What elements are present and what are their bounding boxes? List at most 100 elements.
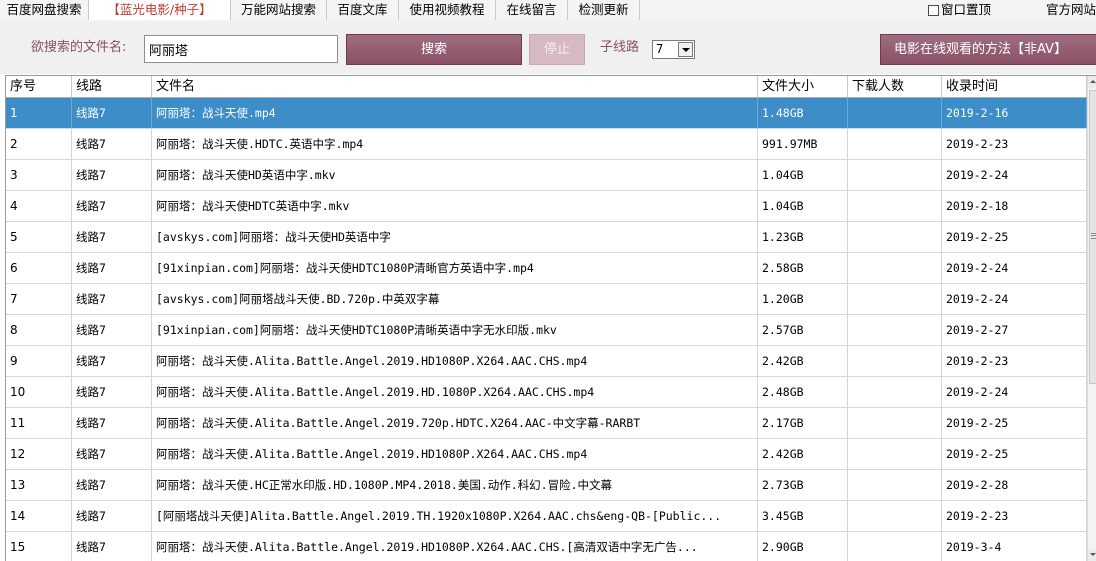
- cell-line: 线路7: [72, 98, 152, 128]
- tab-baidu-pan-search[interactable]: 百度网盘搜索: [0, 0, 89, 20]
- table-row[interactable]: 1 线路7 阿丽塔：战斗天使.mp4 1.48GB 2019-2-16: [6, 98, 1087, 129]
- cell-downloads: [848, 284, 942, 314]
- cell-date: 2019-2-23: [942, 501, 1087, 531]
- tab-universal-site-search[interactable]: 万能网站搜索: [231, 0, 327, 20]
- stop-button[interactable]: 停止: [529, 34, 585, 65]
- cell-filename: 阿丽塔：战斗天使.Alita.Battle.Angel.2019.HD1080P…: [152, 346, 758, 376]
- table-row[interactable]: 4 线路7 阿丽塔：战斗天使HDTC英语中字.mkv 1.04GB 2019-2-18: [6, 191, 1087, 222]
- cell-downloads: [848, 315, 942, 345]
- cell-size: 1.48GB: [758, 98, 848, 128]
- cell-index: 5: [6, 222, 72, 252]
- table-row[interactable]: 13 线路7 阿丽塔：战斗天使.HC正常水印版.HD.1080P.MP4.2018.…: [6, 470, 1087, 501]
- table-row[interactable]: 9 线路7 阿丽塔：战斗天使.Alita.Battle.Angel.2019.HD1…: [6, 346, 1087, 377]
- cell-size: 2.90GB: [758, 532, 848, 561]
- table-row[interactable]: 10 线路7 阿丽塔：战斗天使.Alita.Battle.Angel.2019.HD…: [6, 377, 1087, 408]
- cell-filename: 阿丽塔：战斗天使.Alita.Battle.Angel.2019.HD1080P…: [152, 532, 758, 561]
- cell-filename: 阿丽塔：战斗天使.Alita.Battle.Angel.2019.HD.1080…: [152, 377, 758, 407]
- column-header-line[interactable]: 线路: [72, 76, 152, 97]
- cell-filename: [91xinpian.com]阿丽塔：战斗天使HDTC1080P清晰官方英语中字…: [152, 253, 758, 283]
- cell-filename: [avskys.com]阿丽塔：战斗天使HD英语中字: [152, 222, 758, 252]
- column-header-downloads[interactable]: 下载人数: [848, 76, 942, 97]
- tab-check-update[interactable]: 检测更新: [568, 0, 640, 20]
- cell-index: 2: [6, 129, 72, 159]
- official-site-link[interactable]: 官方网站: [1046, 0, 1096, 20]
- cell-filename: 阿丽塔：战斗天使.Alita.Battle.Angel.2019.HD1080P…: [152, 439, 758, 469]
- results-table: 序号 线路 文件名 文件大小 下载人数 收录时间 1 线路7 阿丽塔：战斗天使.mp…: [5, 75, 1096, 561]
- cell-index: 13: [6, 470, 72, 500]
- table-row[interactable]: 3 线路7 阿丽塔：战斗天使HD英语中字.mkv 1.04GB 2019-2-24: [6, 160, 1087, 191]
- scroll-grip-icon: [1091, 233, 1096, 239]
- scroll-up-arrow-icon[interactable]: [1088, 76, 1096, 88]
- column-header-date[interactable]: 收录时间: [942, 76, 1087, 97]
- cell-date: 2019-2-25: [942, 439, 1087, 469]
- column-header-index[interactable]: 序号: [6, 76, 72, 97]
- cell-date: 2019-2-18: [942, 191, 1087, 221]
- scrollbar-thumb[interactable]: [1089, 90, 1096, 384]
- column-header-filename[interactable]: 文件名: [152, 76, 758, 97]
- cell-downloads: [848, 532, 942, 561]
- window-top-option[interactable]: 窗口置顶: [928, 0, 991, 20]
- cell-date: 2019-2-25: [942, 222, 1087, 252]
- cell-date: 2019-2-23: [942, 346, 1087, 376]
- cell-line: 线路7: [72, 284, 152, 314]
- scroll-down-arrow-icon[interactable]: [1088, 549, 1096, 561]
- chevron-down-icon[interactable]: [678, 42, 693, 57]
- cell-size: 2.42GB: [758, 346, 848, 376]
- table-row[interactable]: 6 线路7 [91xinpian.com]阿丽塔：战斗天使HDTC1080P清晰官方…: [6, 253, 1087, 284]
- table-row[interactable]: 7 线路7 [avskys.com]阿丽塔战斗天使.BD.720p.中英双字幕 1.2…: [6, 284, 1087, 315]
- cell-line: 线路7: [72, 191, 152, 221]
- tab-baidu-wenku[interactable]: 百度文库: [327, 0, 399, 20]
- cell-index: 8: [6, 315, 72, 345]
- cell-filename: [91xinpian.com]阿丽塔：战斗天使HDTC1080P清晰英语中字无水…: [152, 315, 758, 345]
- cell-size: 2.17GB: [758, 408, 848, 438]
- cell-date: 2019-2-24: [942, 284, 1087, 314]
- cell-index: 15: [6, 532, 72, 561]
- cell-line: 线路7: [72, 346, 152, 376]
- table-row[interactable]: 15 线路7 阿丽塔：战斗天使.Alita.Battle.Angel.2019.HD…: [6, 532, 1087, 561]
- cell-size: 2.73GB: [758, 470, 848, 500]
- cell-size: 991.97MB: [758, 129, 848, 159]
- window-top-checkbox[interactable]: [928, 5, 939, 16]
- table-row[interactable]: 2 线路7 阿丽塔：战斗天使.HDTC.英语中字.mp4 991.97MB 2019-2…: [6, 129, 1087, 160]
- filename-input[interactable]: [144, 35, 338, 63]
- cell-filename: 阿丽塔：战斗天使.HDTC.英语中字.mp4: [152, 129, 758, 159]
- table-row[interactable]: 8 线路7 [91xinpian.com]阿丽塔：战斗天使HDTC1080P清晰英语…: [6, 315, 1087, 346]
- cell-size: 2.57GB: [758, 315, 848, 345]
- tab-video-tutorial[interactable]: 使用视频教程: [399, 0, 496, 20]
- table-row[interactable]: 12 线路7 阿丽塔：战斗天使.Alita.Battle.Angel.2019.HD…: [6, 439, 1087, 470]
- cell-downloads: [848, 346, 942, 376]
- cell-line: 线路7: [72, 408, 152, 438]
- movie-watch-help-button[interactable]: 电影在线观看的方法【非AV】: [880, 34, 1096, 65]
- tab-bluray-movies[interactable]: 【蓝光电影/种子】: [89, 0, 231, 20]
- cell-date: 2019-2-24: [942, 160, 1087, 190]
- cell-index: 3: [6, 160, 72, 190]
- cell-downloads: [848, 160, 942, 190]
- table-row[interactable]: 14 线路7 [阿丽塔战斗天使]Alita.Battle.Angel.2019.TH…: [6, 501, 1087, 532]
- cell-size: 3.45GB: [758, 501, 848, 531]
- cell-downloads: [848, 191, 942, 221]
- cell-index: 11: [6, 408, 72, 438]
- tab-online-message[interactable]: 在线留言: [496, 0, 568, 20]
- column-header-size[interactable]: 文件大小: [758, 76, 848, 97]
- cell-line: 线路7: [72, 532, 152, 561]
- table-row[interactable]: 11 线路7 阿丽塔：战斗天使.Alita.Battle.Angel.2019.72…: [6, 408, 1087, 439]
- search-button[interactable]: 搜索: [346, 34, 522, 65]
- cell-downloads: [848, 439, 942, 469]
- cell-date: 2019-2-24: [942, 253, 1087, 283]
- cell-filename: 阿丽塔：战斗天使HD英语中字.mkv: [152, 160, 758, 190]
- cell-downloads: [848, 222, 942, 252]
- cell-downloads: [848, 408, 942, 438]
- cell-index: 9: [6, 346, 72, 376]
- cell-filename: 阿丽塔：战斗天使.HC正常水印版.HD.1080P.MP4.2018.美国.动作…: [152, 470, 758, 500]
- cell-line: 线路7: [72, 470, 152, 500]
- table-row[interactable]: 5 线路7 [avskys.com]阿丽塔：战斗天使HD英语中字 1.23GB 2019…: [6, 222, 1087, 253]
- cell-size: 1.23GB: [758, 222, 848, 252]
- cell-date: 2019-2-27: [942, 315, 1087, 345]
- vertical-scrollbar[interactable]: [1087, 76, 1096, 561]
- cell-size: 1.20GB: [758, 284, 848, 314]
- cell-index: 10: [6, 377, 72, 407]
- cell-line: 线路7: [72, 377, 152, 407]
- cell-filename: [avskys.com]阿丽塔战斗天使.BD.720p.中英双字幕: [152, 284, 758, 314]
- subline-select[interactable]: 7: [652, 40, 695, 59]
- cell-size: 1.04GB: [758, 160, 848, 190]
